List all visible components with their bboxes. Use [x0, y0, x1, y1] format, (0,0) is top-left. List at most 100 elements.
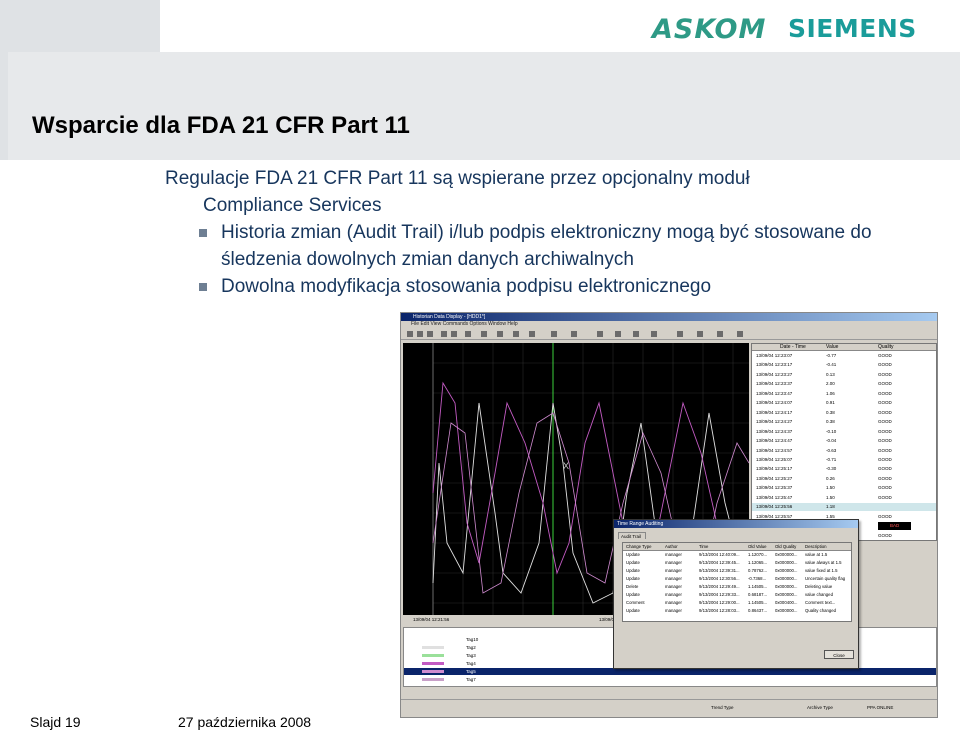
bullet-2-text: Dowolna modyfikacja stosowania podpisu e…: [221, 276, 712, 297]
audit-row[interactable]: Update manager 9/13/2004 12:39:31... 0.7876…: [623, 567, 851, 575]
toolbar-icon: [481, 331, 487, 337]
bullet-1: Historia zmian (Audit Trail) i/lub podpi…: [165, 219, 955, 273]
table-row[interactable]: 13/09/04 12:23:27 0.13 GOOD: [752, 371, 936, 379]
table-cell: GOOD: [878, 362, 892, 368]
audit-column-header: Time: [699, 544, 709, 549]
audit-cell: manager: [665, 584, 682, 589]
askom-logo: ASKOM: [652, 14, 767, 45]
audit-cell: Comment: [626, 600, 645, 605]
table-row[interactable]: 13/09/04 12:25:27 0.26 GOOD: [752, 475, 936, 483]
audit-column-header: Author: [665, 544, 678, 549]
table-row[interactable]: 13/09/04 12:25:17 -0.30 GOOD: [752, 465, 936, 473]
audit-cell: 1.12065...: [748, 560, 768, 565]
toolbar-icon: [513, 331, 519, 337]
table-cell: GOOD: [878, 475, 892, 481]
table-cell: 13/09/04 12:23:47: [756, 390, 793, 396]
list-item[interactable]: Tag5: [404, 668, 936, 675]
time-range-auditing-dialog[interactable]: Time Range Auditing Audit Trail Change T…: [613, 519, 859, 669]
audit-row[interactable]: Update manager 9/13/2004 12:29:33... 0.6818…: [623, 591, 851, 599]
audit-trail-table: Change Type Author Time Old Value Old Qualit…: [622, 542, 852, 622]
audit-row[interactable]: Update manager 9/13/2004 12:39:45... 1.1206…: [623, 559, 851, 567]
audit-row[interactable]: Update manager 9/13/2004 12:28:03... 0.8643…: [623, 607, 851, 615]
table-cell: GOOD: [878, 532, 892, 538]
table-row[interactable]: 13/09/04 12:25:37 1.50 GOOD: [752, 484, 936, 492]
audit-row[interactable]: Update manager 9/13/2004 12:30:56... -0.736…: [623, 575, 851, 583]
table-header: Date - Time Value Quality: [752, 344, 936, 351]
table-cell: 0.91: [826, 400, 835, 406]
toolbar-icon: [677, 331, 683, 337]
table-cell: 13/09/04 12:25:47: [756, 494, 793, 500]
audit-cell: 0x000000...: [775, 592, 798, 597]
audit-column-header: Description: [805, 544, 827, 549]
body-line-2: Compliance Services: [203, 195, 382, 216]
audit-cell: 0.78762...: [748, 568, 768, 573]
tag-name: Tag4: [466, 661, 476, 666]
table-cell: 1.50: [826, 485, 835, 491]
status-bar: Trend Type Archive Type PPA ONLINE: [401, 699, 937, 717]
table-cell: 1.06: [826, 390, 835, 396]
table-cell: GOOD: [878, 485, 892, 491]
siemens-logo: SIEMENS: [788, 14, 917, 43]
tag-color-swatch: [422, 678, 444, 681]
table-cell: -0.63: [826, 447, 837, 453]
tag-name: Tag5: [466, 669, 476, 674]
tag-color-swatch: [422, 662, 444, 665]
audit-cell: Update: [626, 592, 640, 597]
table-row[interactable]: 13/09/04 12:23:47 1.06 GOOD: [752, 390, 936, 398]
tab-audit-trail[interactable]: Audit Trail: [618, 532, 646, 539]
table-row[interactable]: 13/09/04 12:25:47 1.50 GOOD: [752, 494, 936, 502]
table-row[interactable]: 13/09/04 12:24:57 -0.63 GOOD: [752, 447, 936, 455]
audit-value-table: Date - Time Value Quality 13/09/04 12:23…: [751, 343, 937, 541]
bullet-1-text: Historia zmian (Audit Trail) i/lub podpi…: [221, 222, 872, 270]
trend-type: Trend Type: [711, 705, 734, 710]
audit-cell: value always at 1.5: [805, 560, 842, 565]
audit-cell: manager: [665, 560, 682, 565]
tag-color-swatch: [422, 646, 444, 649]
table-row[interactable]: 13/09/04 12:24:07 0.91 GOOD: [752, 399, 936, 407]
toolbar-icon: [551, 331, 557, 337]
table-row[interactable]: 13/09/04 12:23:07 -0.77 GOOD: [752, 352, 936, 360]
toolbar-icon: [651, 331, 657, 337]
table-row[interactable]: 13/09/04 12:25:07 -0.71 GOOD: [752, 456, 936, 464]
audit-cell: manager: [665, 608, 682, 613]
audit-cell: -0.7368...: [748, 576, 767, 581]
table-cell: 13/09/04 12:25:17: [756, 466, 793, 472]
table-row[interactable]: 13/09/04 12:24:27 0.38 GOOD: [752, 418, 936, 426]
close-button[interactable]: Close: [824, 650, 854, 659]
table-cell: -0.30: [826, 466, 837, 472]
slide-date: 27 października 2008: [178, 714, 312, 730]
audit-cell: Deleting value: [805, 584, 833, 589]
tag-color-swatch: [422, 654, 444, 657]
audit-cell: 9/13/2004 12:40:09...: [699, 552, 740, 557]
table-row[interactable]: 13/09/04 12:24:47 -0.04 GOOD: [752, 437, 936, 445]
table-row[interactable]: 13/09/04 12:24:17 0.38 GOOD: [752, 409, 936, 417]
tag-color-swatch: [422, 670, 444, 673]
table-row[interactable]: 13/09/04 12:23:17 -0.41 GOOD: [752, 361, 936, 369]
table-cell: -0.71: [826, 456, 837, 462]
table-cell: GOOD: [878, 494, 892, 500]
table-cell: GOOD: [878, 513, 892, 519]
toolbar-icon: [697, 331, 703, 337]
audit-row[interactable]: Comment manager 9/13/2004 12:29:00... 1.145…: [623, 599, 851, 607]
audit-cell: Quality changed: [805, 608, 837, 613]
audit-row[interactable]: Delete manager 9/13/2004 12:29:49... 1.1450…: [623, 583, 851, 591]
table-cell: 1.50: [826, 494, 835, 500]
tag-color-swatch: [422, 638, 444, 641]
table-cell: 0.13: [826, 371, 835, 377]
table-row[interactable]: 13/09/04 12:24:37 -0.10 GOOD: [752, 428, 936, 436]
list-item[interactable]: Tag7: [404, 676, 936, 683]
table-cell: 0.38: [826, 409, 835, 415]
audit-cell: manager: [665, 592, 682, 597]
table-cell: GOOD: [878, 371, 892, 377]
toolbar-icon: [427, 331, 433, 337]
audit-cell: Delete: [626, 584, 639, 589]
table-row[interactable]: 13/09/04 12:25:56 1.18: [752, 503, 936, 512]
audit-row[interactable]: Update manager 9/13/2004 12:40:09... 1.1207…: [623, 551, 851, 559]
table-cell: 13/09/04 12:24:37: [756, 428, 793, 434]
audit-cell: 1.14505...: [748, 584, 768, 589]
table-cell: 13/09/04 12:23:37: [756, 381, 793, 387]
audit-cell: 0x000000...: [775, 608, 798, 613]
audit-cell: 9/13/2004 12:39:31...: [699, 568, 740, 573]
bullet-square-icon: [199, 229, 207, 237]
table-row[interactable]: 13/09/04 12:23:37 2.00 GOOD: [752, 380, 936, 388]
